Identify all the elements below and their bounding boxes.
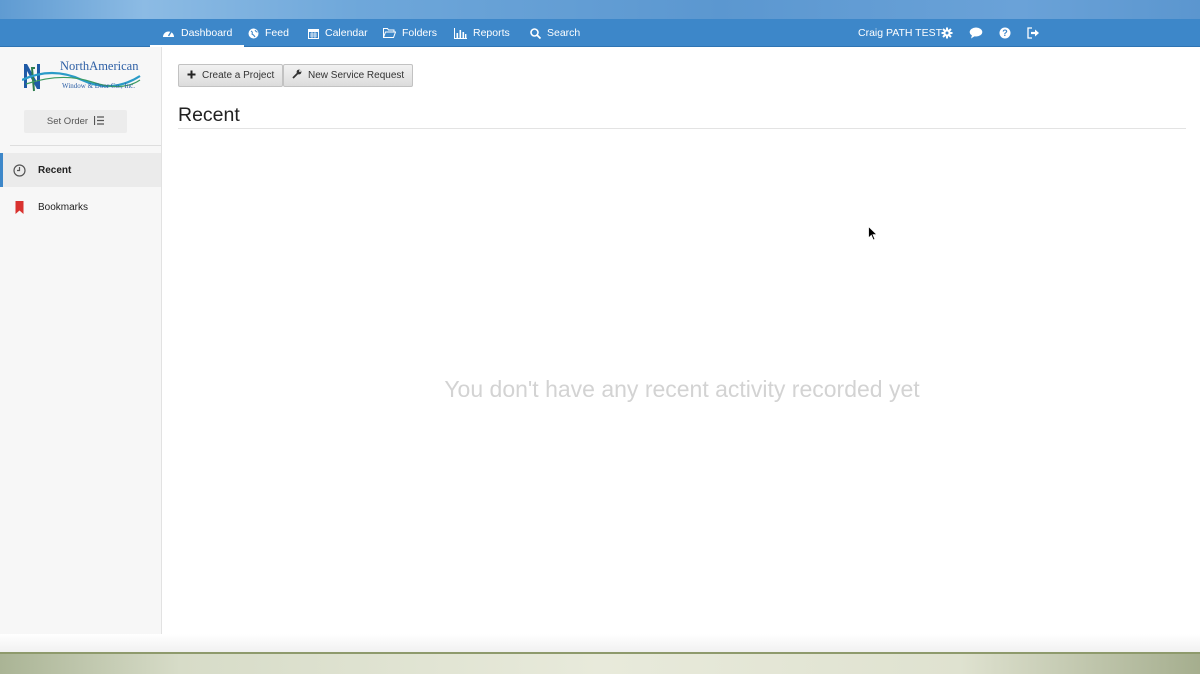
title-divider (178, 128, 1186, 129)
empty-state-message: You don't have any recent activity recor… (444, 376, 920, 402)
search-icon (530, 27, 541, 39)
sidebar-divider (10, 145, 161, 146)
nav-label: Folders (402, 27, 438, 39)
create-project-button[interactable]: Create a Project (178, 64, 284, 87)
create-project-label: Create a Project (202, 70, 275, 81)
top-navbar: Dashboard Feed Calendar Folders Reports … (0, 19, 1200, 48)
browser-top-strip (0, 0, 1200, 19)
bar-chart-icon (454, 27, 467, 39)
page-title: Recent (178, 104, 240, 126)
sidebar: NorthAmerican Window & Door Co., Inc. Se… (0, 47, 162, 652)
desktop-background-strip (0, 652, 1200, 674)
dashboard-icon (162, 28, 175, 39)
logo-subtitle: Window & Door Co., Inc. (62, 82, 136, 90)
nav-reports[interactable]: Reports (454, 19, 510, 47)
calendar-icon (308, 28, 319, 39)
set-order-label: Set Order (46, 116, 89, 127)
nav-folders[interactable]: Folders (383, 19, 437, 47)
logo-name: NorthAmerican (60, 59, 139, 73)
nav-calendar[interactable]: Calendar (308, 19, 368, 47)
bookmark-icon (13, 201, 26, 214)
sidebar-item-label: Bookmarks (38, 202, 89, 213)
help-icon[interactable]: ? (999, 26, 1013, 40)
chat-bubble-icon[interactable] (969, 26, 983, 40)
nav-label: Reports (473, 27, 510, 39)
nav-label: Feed (265, 27, 289, 39)
sidebar-item-recent[interactable]: Recent (0, 153, 161, 187)
set-order-button[interactable]: Set Order (24, 110, 127, 133)
plus-icon (187, 70, 196, 82)
folder-icon (383, 28, 396, 38)
sidebar-item-label: Recent (38, 165, 72, 176)
new-service-request-label: New Service Request (308, 70, 405, 81)
nav-search[interactable]: Search (530, 19, 580, 47)
list-order-icon (93, 115, 105, 128)
nav-feed[interactable]: Feed (248, 19, 289, 47)
nav-label: Dashboard (181, 27, 233, 39)
gear-icon[interactable] (941, 26, 955, 40)
nav-dashboard[interactable]: Dashboard (149, 19, 245, 48)
svg-text:?: ? (1002, 28, 1008, 38)
mouse-cursor-icon (868, 225, 878, 246)
clock-icon (13, 164, 26, 177)
new-service-request-button[interactable]: New Service Request (283, 64, 414, 87)
content-bottom-fade (0, 634, 1200, 652)
nav-label: Search (547, 27, 581, 39)
globe-icon (248, 28, 259, 39)
logout-icon[interactable] (1027, 26, 1041, 40)
user-name[interactable]: Craig PATH TEST (858, 19, 942, 47)
company-logo[interactable]: NorthAmerican Window & Door Co., Inc. (22, 58, 142, 94)
wrench-icon (292, 69, 302, 82)
nav-label: Calendar (325, 27, 368, 39)
sidebar-item-bookmarks[interactable]: Bookmarks (0, 190, 161, 224)
